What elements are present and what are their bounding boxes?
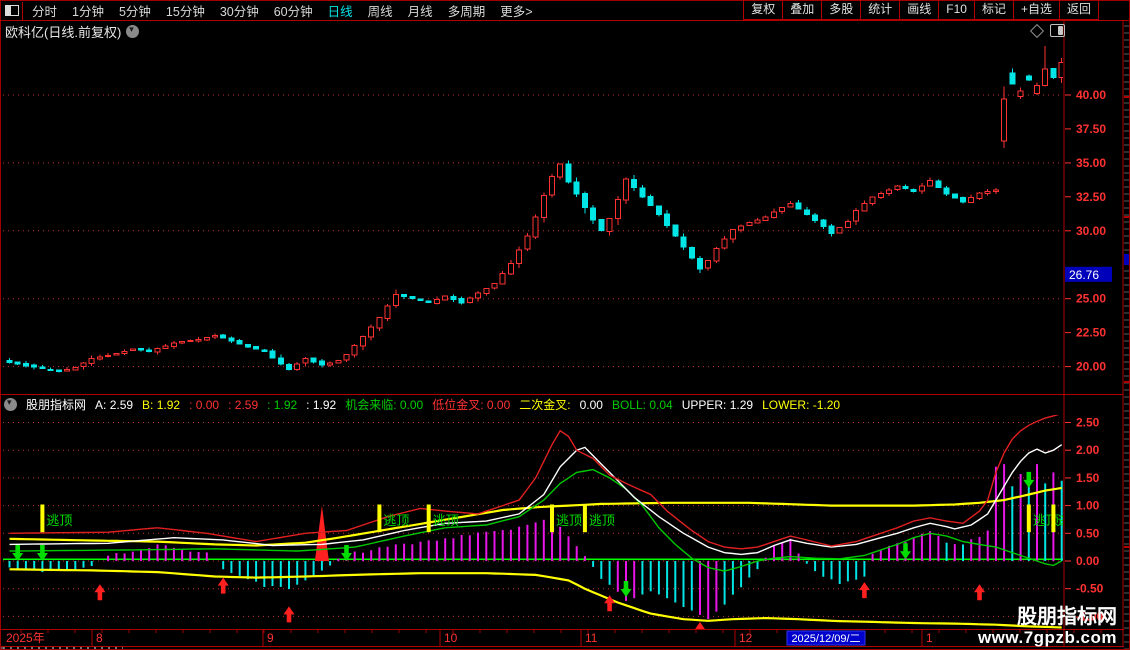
svg-text:40.00: 40.00 — [1076, 88, 1106, 102]
indicator-axis: 2.502.001.501.000.500.00-0.50-1.00 — [1065, 416, 1104, 623]
svg-text:逃顶: 逃顶 — [589, 513, 615, 528]
period-tab[interactable]: 15分钟 — [166, 1, 205, 20]
svg-text:-0.50: -0.50 — [1076, 582, 1104, 596]
window-layout-icon[interactable] — [1, 1, 23, 20]
toolbar-button[interactable]: 统计 — [860, 1, 901, 20]
svg-text:2.00: 2.00 — [1076, 443, 1100, 457]
indicator-plot: 逃顶 逃顶 逃顶 逃顶 逃顶 逃顶逃顶 — [3, 415, 1063, 629]
svg-text:20.00: 20.00 — [1076, 360, 1106, 374]
indicator-value: : 2.59 — [228, 397, 259, 412]
svg-text:1: 1 — [926, 631, 933, 645]
svg-text:2025/12/09/二: 2025/12/09/二 — [791, 633, 860, 645]
svg-text:22.50: 22.50 — [1076, 326, 1106, 340]
period-tab[interactable]: 更多> — [500, 1, 532, 20]
svg-text:逃顶: 逃顶 — [556, 513, 582, 528]
top-toolbar: 分时 1分钟 5分钟 15分钟 30分钟 60分钟 日线 周线 月线 多周期 更多> 复权 叠加 多股统… — [1, 1, 1129, 21]
period-tab[interactable]: 月线 — [408, 1, 433, 20]
indicator-value: BOLL: 0.04 — [611, 397, 673, 412]
svg-text:11: 11 — [585, 631, 598, 645]
period-tab[interactable]: 1分钟 — [72, 1, 104, 20]
indicator-value: 二次金叉: — [519, 398, 571, 412]
period-tab[interactable]: 多周期 — [448, 1, 486, 20]
chevron-down-icon[interactable] — [126, 24, 140, 38]
svg-text:9: 9 — [267, 631, 274, 645]
svg-text:1.50: 1.50 — [1076, 471, 1100, 485]
chevron-down-icon[interactable] — [4, 397, 17, 411]
svg-text:2025年: 2025年 — [6, 631, 45, 645]
svg-text:30.00: 30.00 — [1076, 224, 1106, 238]
period-tab[interactable]: 周线 — [368, 1, 393, 20]
period-tab[interactable]: 分时 — [32, 1, 57, 20]
indicator-value: : 0.00 — [189, 397, 220, 412]
chart-title-row: 欧科亿(日线.前复权) — [5, 22, 140, 41]
indicator-value: A: 2.59 — [95, 397, 134, 412]
svg-text:逃顶: 逃顶 — [46, 513, 72, 528]
period-tabs: 分时 1分钟 5分钟 15分钟 30分钟 60分钟 日线 周线 月线 多周期 更多> — [32, 1, 533, 20]
symbol-title: 欧科亿(日线.前复权) — [5, 25, 122, 40]
period-tab[interactable]: 60分钟 — [274, 1, 313, 20]
toolbar-button[interactable]: +自选 — [1012, 1, 1060, 20]
watermark-url: www.7gpzb.com — [977, 627, 1117, 647]
toolbar-button[interactable]: 画线 — [899, 1, 940, 20]
diamond-marker-icon[interactable] — [1029, 23, 1045, 38]
toolbar-button[interactable]: 叠加 — [782, 1, 823, 20]
watermark-brand: 股朋指标网 — [1017, 606, 1117, 629]
candles — [6, 46, 1063, 373]
period-tab[interactable]: 30分钟 — [220, 1, 259, 20]
svg-text:32.50: 32.50 — [1076, 190, 1106, 204]
indicator-value: LOWER: -1.20 — [762, 397, 841, 412]
toolbar-button[interactable]: 返回 — [1058, 1, 1099, 20]
svg-text:25.00: 25.00 — [1076, 292, 1106, 306]
svg-text:2.50: 2.50 — [1076, 416, 1100, 430]
toolbar-buttons: 复权 叠加 多股 统计 画线 F10 标记 +自选 返回 — [743, 1, 1099, 20]
indicator-value: 0.00 — [579, 397, 603, 412]
toolbar-button[interactable]: 复权 — [743, 1, 784, 20]
toolbar-button[interactable]: 标记 — [973, 1, 1014, 20]
svg-text:0.00: 0.00 — [1076, 554, 1100, 568]
toolbar-button[interactable]: F10 — [938, 1, 975, 20]
chart-canvas[interactable]: 逃顶 逃顶 逃顶 逃顶 逃顶 逃顶逃顶 40.00 37.50 35.00 32.50 30.00 2… — [1, 1, 1130, 650]
indicator-value: UPPER: 1.29 — [681, 397, 754, 412]
right-edge-strip — [1124, 20, 1129, 649]
indicator-header: 股朋指标网 A: 2.59 B: 1.92 : 0.00 : 2.59 : 1.92 : … — [4, 396, 1062, 413]
chart-corner-icons — [1029, 23, 1065, 38]
indicator-value: : 1.92 — [306, 397, 337, 412]
indicator-name[interactable]: 股朋指标网 — [26, 396, 86, 413]
svg-text:8: 8 — [96, 631, 103, 645]
svg-text:12: 12 — [739, 631, 753, 645]
svg-text:37.50: 37.50 — [1076, 122, 1106, 136]
toolbar-button[interactable]: 多股 — [821, 1, 862, 20]
price-axis: 40.00 37.50 35.00 32.50 30.00 25.00 22.50 20.00… — [1065, 88, 1112, 374]
indicator-value: 低位金叉: 0.00 — [432, 398, 511, 412]
svg-text:26.76: 26.76 — [1069, 268, 1099, 282]
trading-app-window: 逃顶 逃顶 逃顶 逃顶 逃顶 逃顶 逃顶 40.00 37.50 35.00 32.50 30.00 2… — [0, 0, 1130, 650]
svg-text:逃顶: 逃顶 — [433, 513, 459, 528]
pane-toggle-icon[interactable] — [1050, 24, 1065, 37]
svg-text:10: 10 — [444, 631, 458, 645]
svg-text:35.00: 35.00 — [1076, 156, 1106, 170]
indicator-value: B: 1.92 — [142, 397, 181, 412]
period-tab[interactable]: 日线 — [328, 1, 353, 20]
period-tab[interactable]: 5分钟 — [119, 1, 151, 20]
svg-text:1.00: 1.00 — [1076, 499, 1100, 513]
watermark: 股朋指标网 www.7gpzb.com — [977, 606, 1117, 647]
svg-text:逃顶: 逃顶 — [383, 513, 409, 528]
indicator-value: : 1.92 — [267, 397, 298, 412]
svg-text:0.50: 0.50 — [1076, 526, 1100, 540]
indicator-value: 机会来临: 0.00 — [345, 398, 424, 412]
